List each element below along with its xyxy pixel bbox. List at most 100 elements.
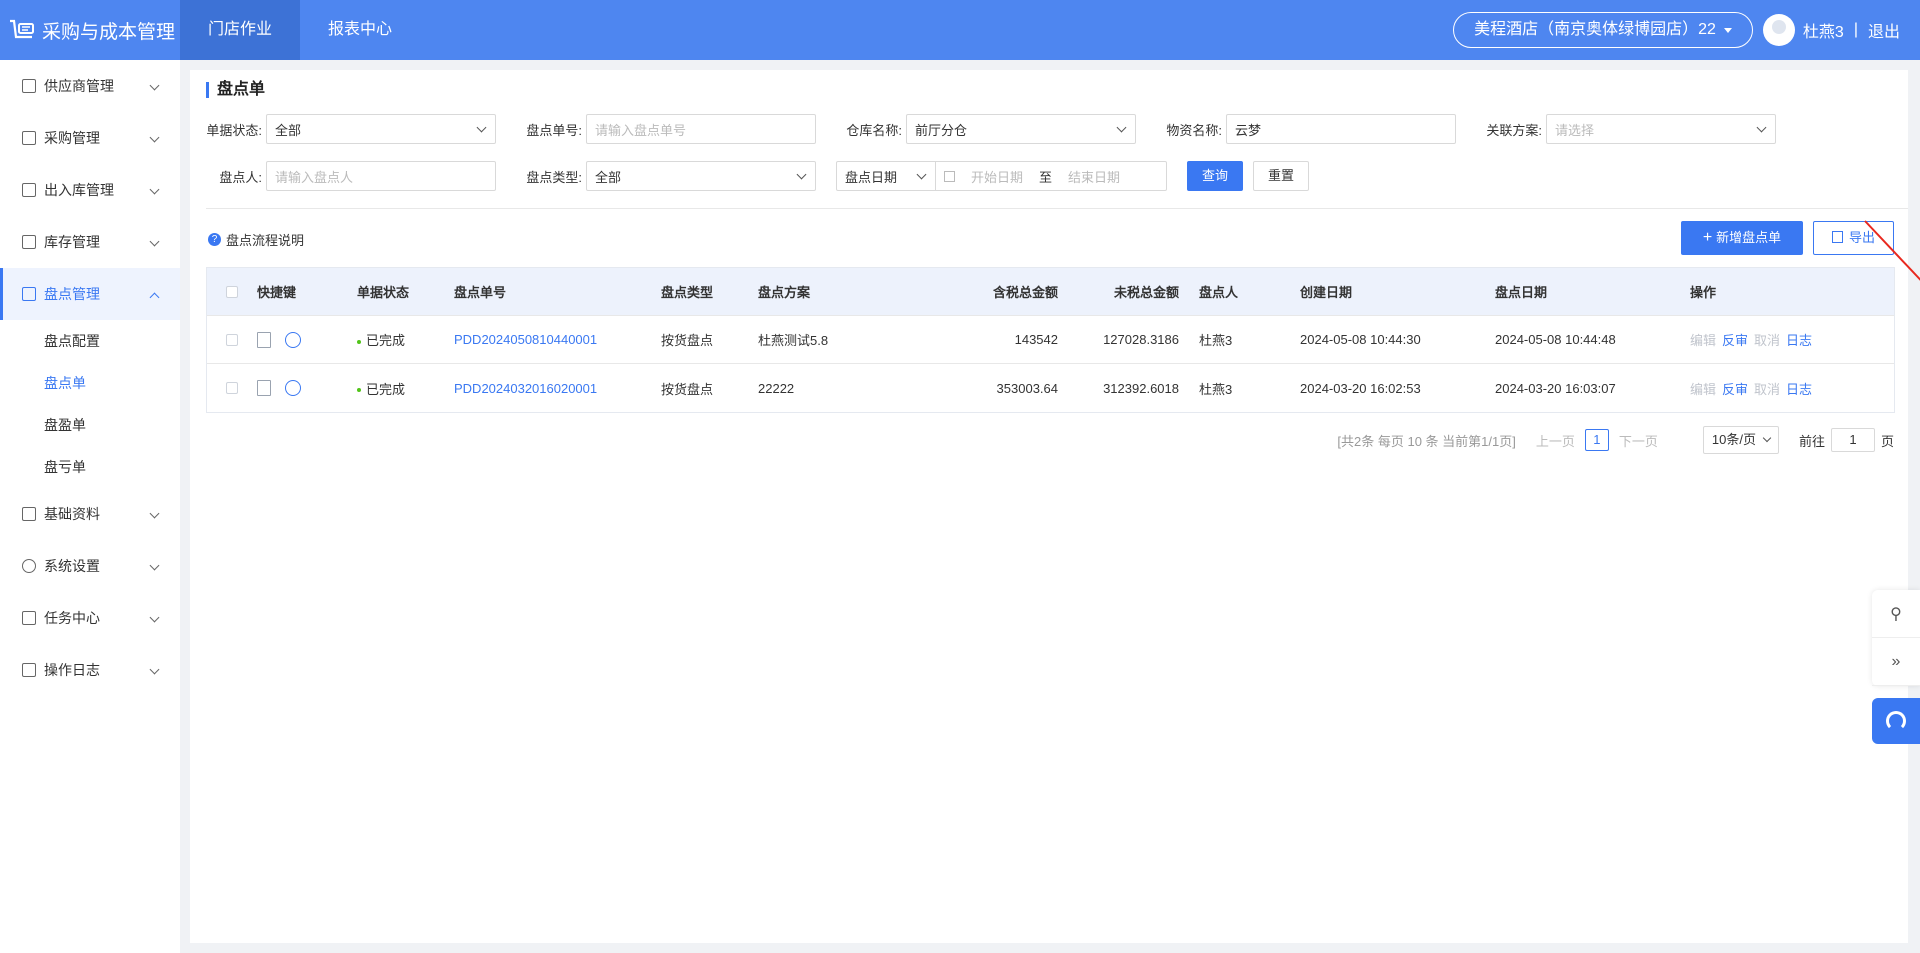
sidebar-item-label: 出入库管理 bbox=[44, 182, 114, 198]
th-stock-date: 盘点日期 bbox=[1495, 285, 1548, 300]
material-input[interactable]: 云梦 bbox=[1226, 114, 1456, 144]
sidebar-item-basic-data[interactable]: 基础资料 bbox=[0, 488, 180, 540]
row-checkbox[interactable] bbox=[226, 333, 238, 346]
avatar[interactable] bbox=[1762, 14, 1795, 46]
sidebar-subitem-loss[interactable]: 盘亏单 bbox=[0, 446, 180, 488]
date-type-select[interactable]: 盘点日期 bbox=[836, 161, 936, 191]
chevron-down-icon bbox=[149, 664, 160, 675]
order-no-link[interactable]: PDD2024032016020001 bbox=[454, 381, 661, 396]
th-ops: 操作 bbox=[1690, 285, 1717, 300]
page-number-button[interactable]: 1 bbox=[1584, 429, 1609, 451]
sidebar-item-inout[interactable]: 出入库管理 bbox=[0, 164, 180, 216]
unapprove-link[interactable]: 反审 bbox=[1722, 382, 1748, 397]
inventory-icon bbox=[22, 235, 36, 249]
ops-cell: 编辑 反审 取消 日志 bbox=[1690, 379, 1860, 398]
edit-link[interactable]: 编辑 bbox=[1690, 382, 1716, 397]
page-size-select[interactable]: 10条/页 bbox=[1702, 426, 1779, 454]
end-date-input[interactable]: 结束日期 bbox=[1068, 167, 1120, 186]
person-input[interactable]: 请输入盘点人 bbox=[266, 161, 496, 191]
net-amount-cell: 127028.3186 bbox=[1103, 332, 1179, 347]
table-row: 已完成 PDD2024032016020001 按货盘点 22222 35300… bbox=[207, 364, 1894, 412]
sidebar-item-supplier[interactable]: 供应商管理 bbox=[0, 60, 180, 112]
type-select[interactable]: 全部 bbox=[586, 161, 816, 191]
next-page-button[interactable]: 下一页 bbox=[1619, 431, 1658, 450]
plan-cell: 杜燕测试5.8 bbox=[758, 333, 829, 348]
customer-service-button[interactable] bbox=[1872, 698, 1920, 744]
user-name[interactable]: 杜燕3 bbox=[1803, 18, 1844, 42]
recycle-icon[interactable] bbox=[285, 331, 301, 348]
page-unit-label: 页 bbox=[1880, 433, 1894, 449]
headset-icon bbox=[1886, 711, 1906, 731]
annotation-arrow-icon bbox=[1864, 220, 1920, 281]
sidebar-item-inventory[interactable]: 库存管理 bbox=[0, 216, 180, 268]
date-type-value: 盘点日期 bbox=[845, 169, 898, 185]
header-separator: | bbox=[1853, 21, 1858, 38]
sidebar-item-tasks[interactable]: 任务中心 bbox=[0, 592, 180, 644]
log-link[interactable]: 日志 bbox=[1786, 382, 1812, 397]
excel-icon[interactable] bbox=[257, 380, 271, 396]
floating-toolbar: ⚲ » bbox=[1872, 590, 1920, 686]
cancel-link[interactable]: 取消 bbox=[1754, 333, 1780, 348]
log-link[interactable]: 日志 bbox=[1786, 333, 1812, 348]
brand[interactable]: 采购与成本管理 bbox=[0, 0, 180, 60]
warehouse-select[interactable]: 前厅分仓 bbox=[906, 114, 1136, 144]
collapse-icon[interactable]: » bbox=[1872, 638, 1920, 686]
prev-page-button[interactable]: 上一页 bbox=[1536, 431, 1575, 450]
app-title: 采购与成本管理 bbox=[42, 21, 176, 43]
order-no-link[interactable]: PDD2024050810440001 bbox=[454, 332, 661, 347]
chevron-down-icon bbox=[149, 508, 160, 519]
type-cell: 按货盘点 bbox=[661, 333, 714, 348]
status-dot-icon bbox=[357, 388, 361, 393]
stock-date-cell: 2024-05-08 10:44:48 bbox=[1495, 332, 1616, 347]
nav-report-center[interactable]: 报表中心 bbox=[300, 0, 420, 60]
cancel-link[interactable]: 取消 bbox=[1754, 382, 1780, 397]
link-icon[interactable]: ⚲ bbox=[1872, 590, 1920, 638]
plan-cell: 22222 bbox=[758, 380, 795, 396]
th-net-amount: 未税总金额 bbox=[1113, 285, 1179, 300]
recycle-icon[interactable] bbox=[285, 380, 301, 396]
plan-label: 关联方案: bbox=[1486, 122, 1542, 138]
row-select-cell bbox=[207, 333, 257, 346]
net-amount-cell: 312392.6018 bbox=[1103, 380, 1179, 396]
store-select[interactable]: 美程酒店（南京奥体绿博园店）22 bbox=[1453, 12, 1753, 48]
nav-store-ops[interactable]: 门店作业 bbox=[180, 0, 301, 60]
sidebar-item-label: 任务中心 bbox=[44, 610, 100, 626]
sidebar-subitem-surplus[interactable]: 盘盈单 bbox=[0, 404, 180, 446]
sidebar-item-label: 库存管理 bbox=[44, 234, 100, 250]
sidebar-item-stocktake[interactable]: 盘点管理 bbox=[0, 268, 180, 320]
shortcut-cell bbox=[257, 331, 357, 348]
reset-button[interactable]: 重置 bbox=[1253, 161, 1310, 191]
query-button[interactable]: 查询 bbox=[1187, 161, 1244, 191]
start-date-input[interactable]: 开始日期 bbox=[971, 167, 1023, 186]
unapprove-link[interactable]: 反审 bbox=[1722, 333, 1748, 348]
log-icon bbox=[22, 663, 36, 677]
status-dot-icon bbox=[357, 339, 361, 344]
order-no-input[interactable]: 请输入盘点单号 bbox=[586, 114, 816, 144]
top-nav: 门店作业 报表中心 bbox=[180, 0, 420, 60]
created-cell: 2024-03-20 16:02:53 bbox=[1300, 380, 1421, 396]
select-all-checkbox[interactable] bbox=[226, 285, 238, 298]
logout-link[interactable]: 退出 bbox=[1868, 18, 1900, 42]
logo-icon bbox=[10, 19, 34, 39]
edit-link[interactable]: 编辑 bbox=[1690, 333, 1716, 348]
chevron-down-icon bbox=[1762, 433, 1772, 443]
date-range-picker[interactable]: 开始日期 至 结束日期 bbox=[936, 161, 1167, 191]
sidebar-subitem-config[interactable]: 盘点配置 bbox=[0, 320, 180, 362]
select-all-cell bbox=[207, 285, 257, 298]
sidebar-item-settings[interactable]: 系统设置 bbox=[0, 540, 180, 592]
add-stocktake-button[interactable]: + 新增盘点单 bbox=[1681, 221, 1803, 255]
sidebar-subitem-stocktake-order[interactable]: 盘点单 bbox=[0, 362, 180, 404]
plan-select[interactable]: 请选择 bbox=[1546, 114, 1776, 144]
excel-icon[interactable] bbox=[257, 331, 271, 348]
row-checkbox[interactable] bbox=[226, 382, 238, 394]
warehouse-label: 仓库名称: bbox=[846, 122, 902, 138]
process-help-link[interactable]: ? 盘点流程说明 bbox=[208, 230, 304, 249]
plus-icon: + bbox=[1702, 229, 1713, 246]
status-select[interactable]: 全部 bbox=[266, 114, 496, 144]
status-text: 已完成 bbox=[366, 333, 406, 348]
goto-page-input[interactable]: 1 bbox=[1830, 428, 1875, 452]
pagination: [共2条 每页 10 条 当前第1/1页] 上一页 1 下一页 10条/页 前往… bbox=[1337, 426, 1894, 454]
sidebar-item-purchase[interactable]: 采购管理 bbox=[0, 112, 180, 164]
caret-down-icon bbox=[1723, 27, 1732, 33]
sidebar-item-logs[interactable]: 操作日志 bbox=[0, 644, 180, 696]
